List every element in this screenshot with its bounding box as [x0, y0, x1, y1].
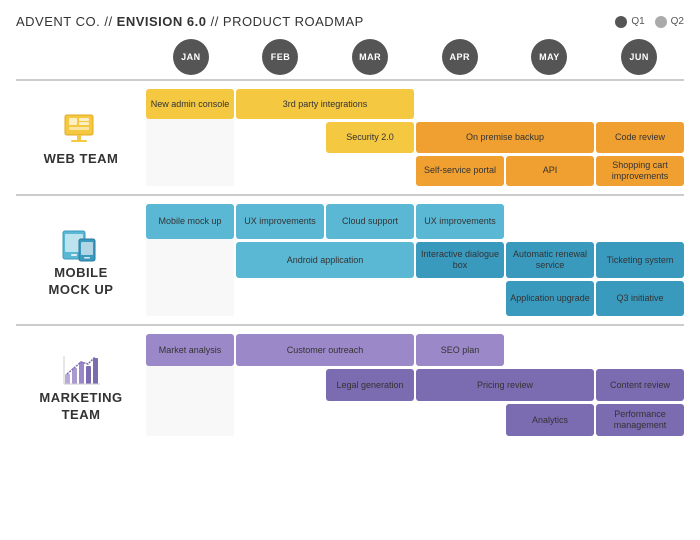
task-app-upgrade: Application upgrade	[506, 281, 594, 316]
month-header-row: JAN FEB MAR APR MAY JUN	[16, 39, 684, 75]
team-label-spacer	[16, 39, 146, 75]
task-android-application: Android application	[236, 242, 414, 277]
web-icon	[59, 107, 103, 151]
month-bubble-jan: JAN	[173, 39, 209, 75]
q2-dot	[655, 16, 667, 28]
task-security-2: Security 2.0	[326, 122, 414, 152]
task-analytics: Analytics	[506, 404, 594, 436]
legend-q1: Q1	[615, 16, 644, 28]
month-bubble-may: MAY	[531, 39, 567, 75]
task-self-service-portal: Self-service portal	[416, 156, 504, 186]
legend: Q1 Q2	[615, 16, 684, 28]
month-may: MAY	[505, 39, 595, 75]
title-bold: ENVISION 6.0	[117, 14, 207, 29]
web-team-label: WEB TEAM	[16, 87, 146, 188]
mobile-team-label: MOBILEMOCK UP	[16, 202, 146, 318]
mobile-team-name: MOBILEMOCK UP	[49, 265, 114, 299]
marketing-team-name: MARKETINGTEAM	[39, 390, 122, 424]
q2-label: Q2	[671, 16, 684, 27]
web-team-name: WEB TEAM	[44, 151, 119, 168]
task-3rd-party-integrations: 3rd party integrations	[236, 89, 414, 119]
task-shopping-cart: Shopping cart improvements	[596, 156, 684, 186]
q1-dot	[615, 16, 627, 28]
marketing-tasks-grid: Market analysis Customer outreach SEO pl…	[146, 332, 684, 438]
month-bubble-mar: MAR	[352, 39, 388, 75]
month-jan: JAN	[146, 39, 236, 75]
task-api: API	[506, 156, 594, 186]
mobile-team-section: MOBILEMOCK UP Mobile mock up UX improvem…	[16, 194, 684, 324]
month-bubble-jun: JUN	[621, 39, 657, 75]
task-cloud-support: Cloud support	[326, 204, 414, 239]
task-ux-improvements-2: UX improvements	[416, 204, 504, 239]
page-title: ADVENT CO. // ENVISION 6.0 // PRODUCT RO…	[16, 14, 364, 29]
task-seo-plan: SEO plan	[416, 334, 504, 366]
marketing-team-section: MARKETINGTEAM Market analysis Customer o…	[16, 324, 684, 444]
task-new-admin-console: New admin console	[146, 89, 234, 119]
task-performance-management: Performance management	[596, 404, 684, 436]
title-prefix: ADVENT CO. //	[16, 14, 117, 29]
task-code-review: Code review	[596, 122, 684, 152]
web-tasks-grid: New admin console 3rd party integrations…	[146, 87, 684, 188]
month-bubble-feb: FEB	[262, 39, 298, 75]
marketing-icon	[59, 346, 103, 390]
task-pricing-review: Pricing review	[416, 369, 594, 401]
month-mar: MAR	[325, 39, 415, 75]
legend-q2: Q2	[655, 16, 684, 28]
task-q3-initiative: Q3 initiative	[596, 281, 684, 316]
task-market-analysis: Market analysis	[146, 334, 234, 366]
task-ux-improvements-1: UX improvements	[236, 204, 324, 239]
q1-label: Q1	[631, 16, 644, 27]
task-ticketing-system: Ticketing system	[596, 242, 684, 277]
month-apr: APR	[415, 39, 505, 75]
task-content-review: Content review	[596, 369, 684, 401]
mobile-icon	[59, 221, 103, 265]
title-suffix: // PRODUCT ROADMAP	[206, 14, 363, 29]
month-bubble-apr: APR	[442, 39, 478, 75]
web-team-section: WEB TEAM New admin console 3rd party int…	[16, 79, 684, 194]
task-mobile-mockup: Mobile mock up	[146, 204, 234, 239]
marketing-team-label: MARKETINGTEAM	[16, 332, 146, 438]
month-feb: FEB	[236, 39, 326, 75]
month-jun: JUN	[594, 39, 684, 75]
task-on-premise-backup: On premise backup	[416, 122, 594, 152]
header: ADVENT CO. // ENVISION 6.0 // PRODUCT RO…	[16, 14, 684, 29]
task-automatic-renewal: Automatic renewal service	[506, 242, 594, 277]
task-interactive-dialogue: Interactive dialogue box	[416, 242, 504, 277]
task-legal-generation: Legal generation	[326, 369, 414, 401]
task-customer-outreach: Customer outreach	[236, 334, 414, 366]
mobile-tasks-grid: Mobile mock up UX improvements Cloud sup…	[146, 202, 684, 318]
page: ADVENT CO. // ENVISION 6.0 // PRODUCT RO…	[0, 0, 700, 540]
